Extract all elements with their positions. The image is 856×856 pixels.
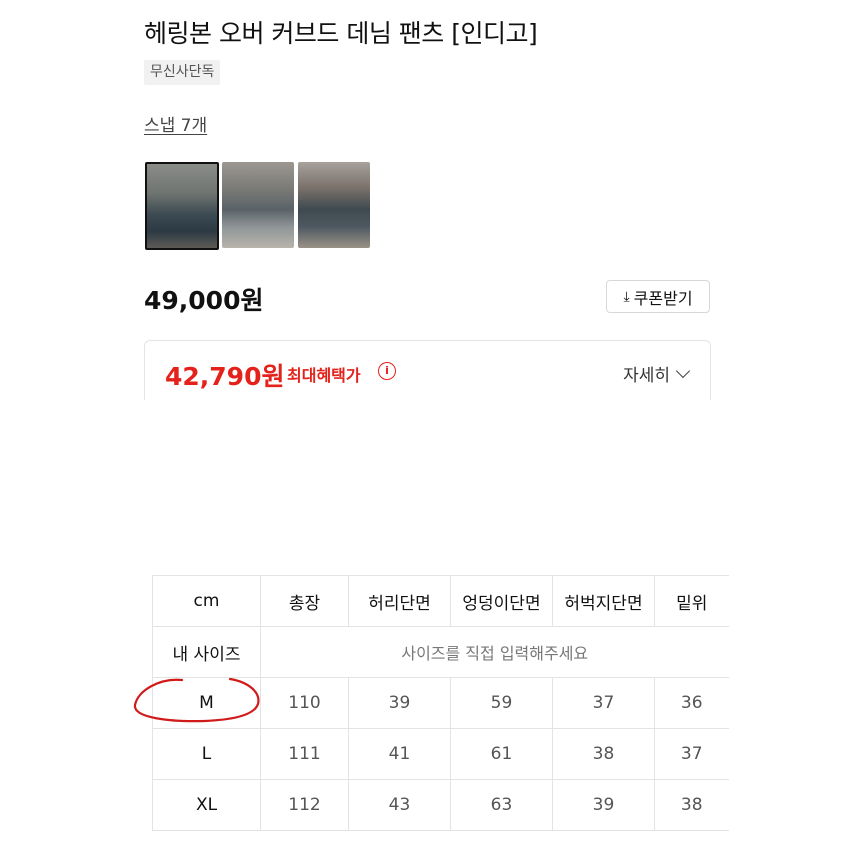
table-cell: 38	[552, 728, 655, 780]
my-size-row: 내 사이즈 사이즈를 직접 입력해주세요	[152, 626, 729, 678]
column-header: 총장	[260, 575, 349, 627]
snap-count-link[interactable]: 스냅 7개	[144, 111, 207, 136]
exclusive-badge: 무신사단독	[144, 60, 221, 85]
table-cell: 63	[450, 779, 553, 831]
table-cell: 37	[654, 728, 729, 780]
snap-thumbnail-1[interactable]	[145, 162, 219, 250]
max-benefit-panel: 42,790원 최대혜택가 i 자세히	[144, 340, 711, 400]
detail-label: 자세히	[623, 366, 670, 386]
coupon-label: 쿠폰받기	[633, 288, 693, 308]
max-benefit-label: 최대혜택가	[287, 366, 361, 385]
max-benefit-price: 42,790원	[165, 362, 285, 391]
size-table-header-row: cm 총장 허리단면 엉덩이단면 허벅지단면 밑위	[152, 575, 729, 627]
product-title: 헤링본 오버 커브드 데님 팬츠 [인디고]	[144, 19, 538, 48]
size-label: M	[152, 677, 261, 729]
table-cell: 37	[552, 677, 655, 729]
column-header: 밑위	[654, 575, 729, 627]
chevron-down-icon	[675, 363, 691, 378]
table-cell: 39	[348, 677, 451, 729]
table-cell: 59	[450, 677, 553, 729]
detail-toggle-button[interactable]: 자세히	[623, 361, 691, 386]
info-icon[interactable]: i	[378, 362, 396, 380]
snap-thumbnail-2[interactable]	[222, 162, 294, 248]
column-header: 허벅지단면	[552, 575, 655, 627]
table-cell: 110	[260, 677, 349, 729]
table-cell: 43	[348, 779, 451, 831]
table-cell: 61	[450, 728, 553, 780]
my-size-input[interactable]: 사이즈를 직접 입력해주세요	[260, 626, 729, 678]
table-row: XL 112 43 63 39 38	[152, 779, 729, 831]
column-header: 허리단면	[348, 575, 451, 627]
original-price: 49,000원	[144, 286, 264, 315]
table-cell: 41	[348, 728, 451, 780]
column-header: cm	[152, 575, 261, 627]
download-icon: ⤓	[623, 288, 630, 305]
table-cell: 38	[654, 779, 729, 831]
table-cell: 36	[654, 677, 729, 729]
coupon-download-button[interactable]: ⤓ 쿠폰받기	[606, 280, 710, 313]
table-cell: 111	[260, 728, 349, 780]
table-row: L 111 41 61 38 37	[152, 728, 729, 780]
table-row: M 110 39 59 37 36	[152, 677, 729, 729]
table-cell: 39	[552, 779, 655, 831]
size-table: cm 총장 허리단면 엉덩이단면 허벅지단면 밑위 내 사이즈 사이즈를 직접 …	[152, 575, 729, 831]
size-label: L	[152, 728, 261, 780]
column-header: 엉덩이단면	[450, 575, 553, 627]
size-label: XL	[152, 779, 261, 831]
table-cell: 112	[260, 779, 349, 831]
snap-thumbnail-3[interactable]	[298, 162, 370, 248]
my-size-label: 내 사이즈	[152, 626, 261, 678]
